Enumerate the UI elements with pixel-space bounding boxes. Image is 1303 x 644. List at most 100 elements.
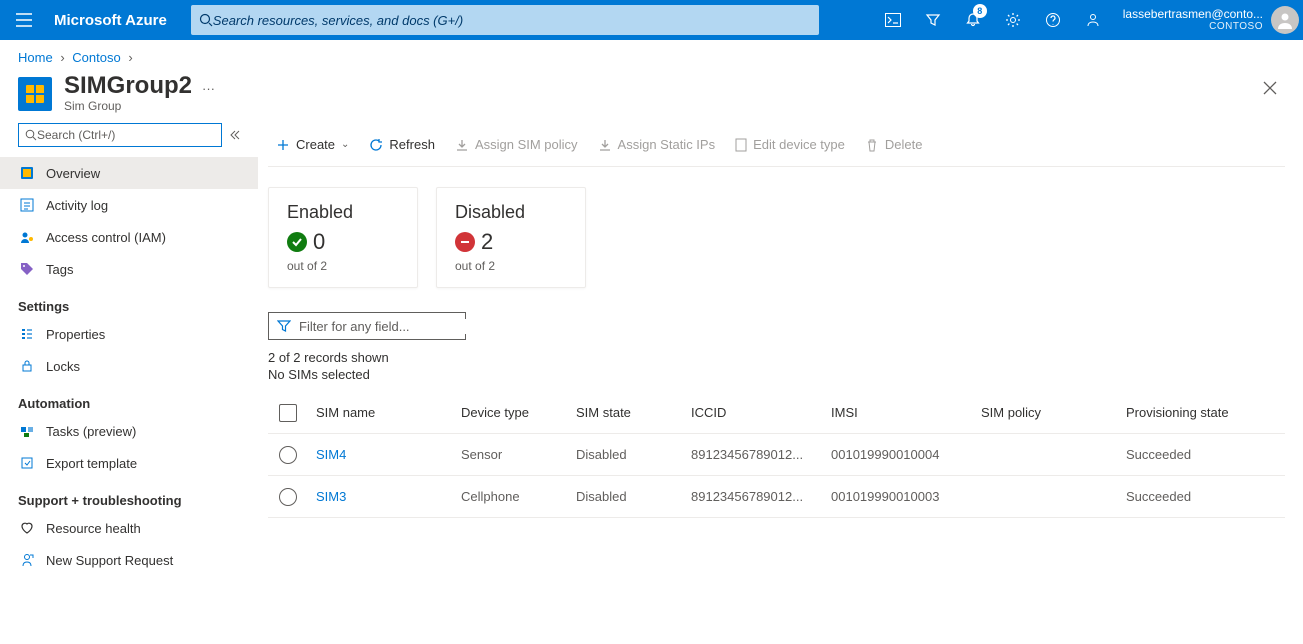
sidebar-item-label: New Support Request: [46, 553, 173, 568]
account-email: lassebertrasmen@conto...: [1123, 8, 1263, 21]
sidebar-search[interactable]: [18, 123, 222, 147]
select-all-checkbox[interactable]: [279, 404, 297, 422]
global-search[interactable]: [191, 5, 819, 35]
hamburger-menu[interactable]: [0, 0, 48, 40]
close-icon: [1263, 81, 1277, 95]
sidebar-item-locks[interactable]: Locks: [0, 350, 258, 382]
collapse-sidebar-button[interactable]: [230, 130, 240, 140]
sidebar-item-export-template[interactable]: Export template: [0, 447, 258, 479]
sim-name-link[interactable]: SIM4: [316, 447, 346, 462]
records-selected: No SIMs selected: [268, 367, 1285, 382]
cell-iccid: 89123456789012...: [683, 489, 823, 504]
sidebar-item-tasks[interactable]: Tasks (preview): [0, 415, 258, 447]
card-subtitle: out of 2: [287, 259, 399, 273]
top-bar: Microsoft Azure 8 lassebertrasmen@conto.…: [0, 0, 1303, 40]
table-row[interactable]: SIM3 Cellphone Disabled 89123456789012..…: [268, 476, 1285, 518]
sidebar-item-label: Tags: [46, 262, 73, 277]
cloud-shell-button[interactable]: [873, 0, 913, 40]
row-selector[interactable]: [279, 488, 297, 506]
heart-icon: [18, 519, 36, 537]
sidebar-search-input[interactable]: [37, 128, 215, 142]
sidebar-item-overview[interactable]: Overview: [0, 157, 258, 189]
avatar-icon: [1275, 10, 1295, 30]
card-enabled[interactable]: Enabled 0 out of 2: [268, 187, 418, 288]
sidebar-item-tags[interactable]: Tags: [0, 253, 258, 285]
summary-cards: Enabled 0 out of 2 Disabled 2 out of 2: [268, 187, 1285, 288]
sidebar-item-activity-log[interactable]: Activity log: [0, 189, 258, 221]
breadcrumb-contoso[interactable]: Contoso: [72, 50, 120, 65]
column-sim-name[interactable]: SIM name: [308, 405, 453, 420]
sidebar-heading-settings: Settings: [0, 285, 258, 318]
support-icon: [18, 551, 36, 569]
card-subtitle: out of 2: [455, 259, 567, 273]
sim-name-link[interactable]: SIM3: [316, 489, 346, 504]
page-subtitle: Sim Group: [64, 99, 192, 113]
cell-device: Sensor: [453, 447, 568, 462]
cell-state: Disabled: [568, 489, 683, 504]
chevron-right-icon: ›: [60, 50, 64, 65]
command-bar: Create ⌄ Refresh Assign SIM policy Assig…: [268, 123, 1285, 167]
feedback-button[interactable]: [1073, 0, 1113, 40]
delete-button: Delete: [857, 129, 931, 161]
column-sim-policy[interactable]: SIM policy: [973, 405, 1118, 420]
cell-state: Disabled: [568, 447, 683, 462]
card-title: Disabled: [455, 202, 567, 223]
page-header: SIMGroup2 Sim Group ···: [0, 69, 1303, 123]
sidebar-item-resource-health[interactable]: Resource health: [0, 512, 258, 544]
close-button[interactable]: [1255, 73, 1285, 103]
filter-input[interactable]: [299, 319, 475, 334]
help-icon: [1045, 12, 1061, 28]
search-icon: [25, 129, 37, 141]
refresh-button[interactable]: Refresh: [361, 129, 443, 161]
brand-label[interactable]: Microsoft Azure: [48, 12, 181, 29]
column-provisioning-state[interactable]: Provisioning state: [1118, 405, 1268, 420]
trash-icon: [865, 138, 879, 152]
settings-button[interactable]: [993, 0, 1033, 40]
sidebar: Overview Activity log Access control (IA…: [0, 123, 258, 596]
table-header: SIM name Device type SIM state ICCID IMS…: [268, 392, 1285, 434]
card-title: Enabled: [287, 202, 399, 223]
sims-table: SIM name Device type SIM state ICCID IMS…: [268, 392, 1285, 518]
cell-imsi: 001019990010003: [823, 489, 973, 504]
avatar: [1271, 6, 1299, 34]
column-sim-state[interactable]: SIM state: [568, 405, 683, 420]
records-shown: 2 of 2 records shown: [268, 350, 1285, 365]
sidebar-item-properties[interactable]: Properties: [0, 318, 258, 350]
notifications-button[interactable]: 8: [953, 0, 993, 40]
sidebar-item-label: Resource health: [46, 521, 141, 536]
cell-prov: Succeeded: [1118, 447, 1268, 462]
person-feedback-icon: [1085, 12, 1101, 28]
breadcrumb: Home › Contoso ›: [0, 40, 1303, 69]
card-value: 0: [313, 229, 325, 255]
page-title: SIMGroup2: [64, 73, 192, 99]
breadcrumb-home[interactable]: Home: [18, 50, 53, 65]
sidebar-item-label: Tasks (preview): [46, 424, 136, 439]
global-search-input[interactable]: [213, 13, 811, 28]
device-icon: [735, 138, 747, 152]
card-disabled[interactable]: Disabled 2 out of 2: [436, 187, 586, 288]
column-device-type[interactable]: Device type: [453, 405, 568, 420]
sidebar-item-label: Overview: [46, 166, 100, 181]
error-icon: [455, 232, 475, 252]
account-org: CONTOSO: [1123, 21, 1263, 32]
sidebar-item-access-control[interactable]: Access control (IAM): [0, 221, 258, 253]
cell-iccid: 89123456789012...: [683, 447, 823, 462]
more-actions-button[interactable]: ···: [202, 73, 215, 96]
column-imsi[interactable]: IMSI: [823, 405, 973, 420]
row-selector[interactable]: [279, 446, 297, 464]
help-button[interactable]: [1033, 0, 1073, 40]
download-icon: [598, 138, 612, 152]
lock-icon: [18, 357, 36, 375]
sidebar-item-label: Access control (IAM): [46, 230, 166, 245]
sidebar-item-support-request[interactable]: New Support Request: [0, 544, 258, 576]
sidebar-item-label: Locks: [46, 359, 80, 374]
column-iccid[interactable]: ICCID: [683, 405, 823, 420]
create-button[interactable]: Create ⌄: [268, 129, 357, 161]
cell-imsi: 001019990010004: [823, 447, 973, 462]
filter-box[interactable]: [268, 312, 466, 340]
sidebar-item-label: Activity log: [46, 198, 108, 213]
account-menu[interactable]: lassebertrasmen@conto... CONTOSO: [1113, 6, 1303, 34]
notification-badge: 8: [973, 4, 987, 18]
table-row[interactable]: SIM4 Sensor Disabled 89123456789012... 0…: [268, 434, 1285, 476]
directories-button[interactable]: [913, 0, 953, 40]
